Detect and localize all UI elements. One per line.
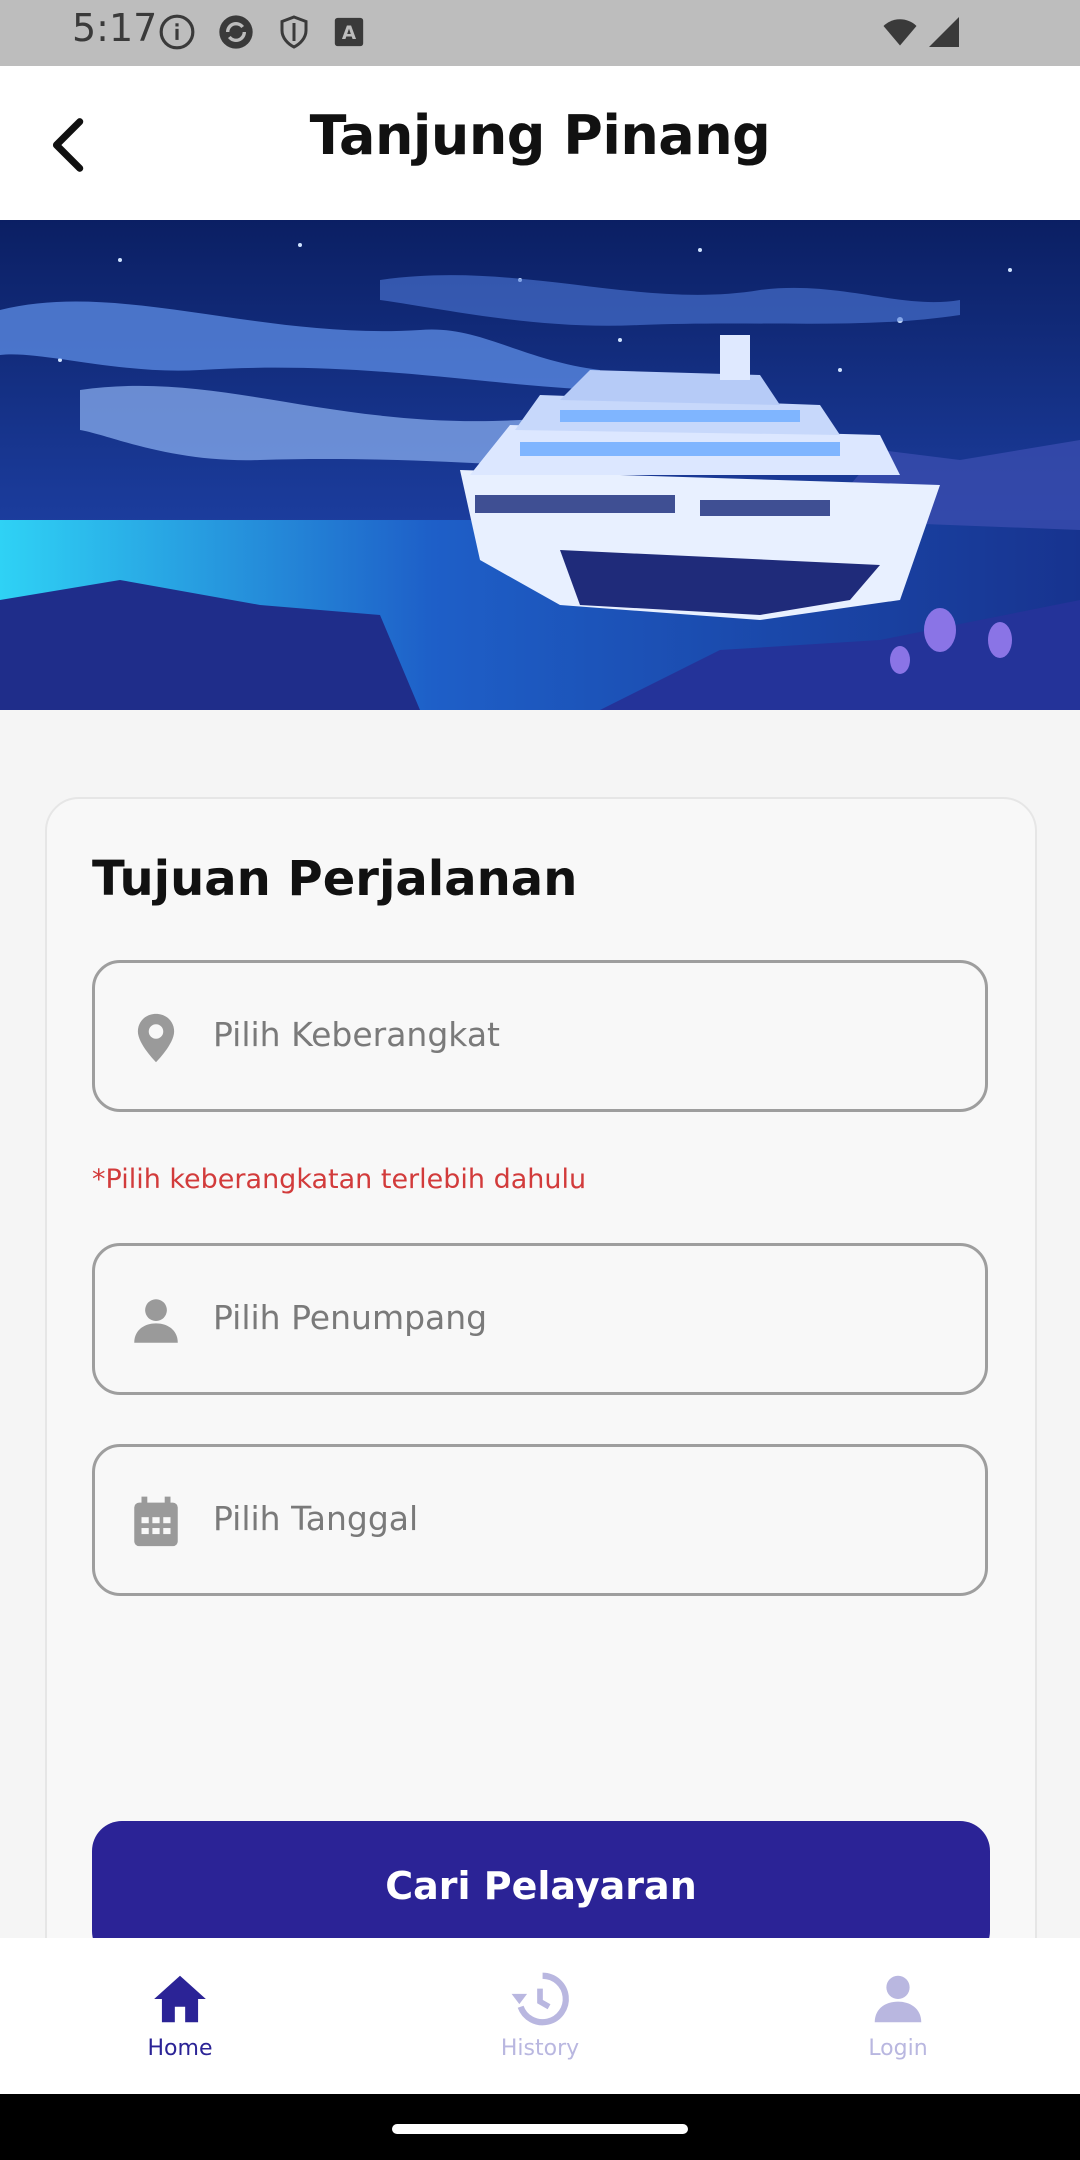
- nav-home[interactable]: Home: [80, 1968, 280, 2061]
- person-icon: [134, 1299, 178, 1343]
- nav-login[interactable]: Login: [798, 1968, 998, 2061]
- home-icon: [154, 1975, 206, 2023]
- location-pin-icon: [137, 1013, 175, 1063]
- date-placeholder: Pilih Tanggal: [213, 1499, 419, 1538]
- departure-field[interactable]: Pilih Keberangkat: [92, 960, 988, 1112]
- info-icon: [159, 14, 195, 50]
- departure-error-message: *Pilih keberangkatan terlebih dahulu: [92, 1164, 587, 1195]
- bottom-navigation: Home History Login: [0, 1938, 1080, 2094]
- person-icon: [874, 1975, 922, 2023]
- passenger-field[interactable]: Pilih Penumpang: [92, 1243, 988, 1395]
- status-bar: 5:17 A: [0, 0, 1080, 66]
- status-icons-right: [880, 14, 962, 50]
- date-field[interactable]: Pilih Tanggal: [92, 1444, 988, 1596]
- svg-text:A: A: [342, 23, 357, 44]
- trip-form-card: Tujuan Perjalanan Pilih Keberangkat *Pil…: [45, 797, 1037, 2041]
- form-title: Tujuan Perjalanan: [92, 851, 578, 907]
- calendar-icon: [134, 1496, 178, 1547]
- gesture-handle[interactable]: [392, 2124, 688, 2134]
- shield-icon: [280, 15, 308, 49]
- page-title: Tanjung Pinang: [309, 104, 771, 167]
- nav-home-label: Home: [147, 2036, 213, 2061]
- sync-icon: [219, 15, 253, 49]
- font-icon: A: [334, 17, 364, 47]
- wifi-icon: [883, 19, 917, 46]
- nav-history[interactable]: History: [440, 1968, 640, 2061]
- hero-banner: [0, 220, 1080, 710]
- passenger-placeholder: Pilih Penumpang: [213, 1298, 488, 1337]
- nav-history-label: History: [500, 2036, 580, 2061]
- system-gesture-bar: [0, 2094, 1080, 2160]
- status-time: 5:17: [72, 6, 158, 50]
- nav-login-label: Login: [868, 2036, 928, 2061]
- cruise-ship-illustration: [0, 220, 1080, 710]
- app-bar: Tanjung Pinang: [0, 66, 1080, 220]
- departure-placeholder: Pilih Keberangkat: [213, 1015, 500, 1054]
- status-icons-left: A: [158, 12, 366, 52]
- history-icon: [511, 1972, 569, 2026]
- signal-icon: [929, 17, 959, 47]
